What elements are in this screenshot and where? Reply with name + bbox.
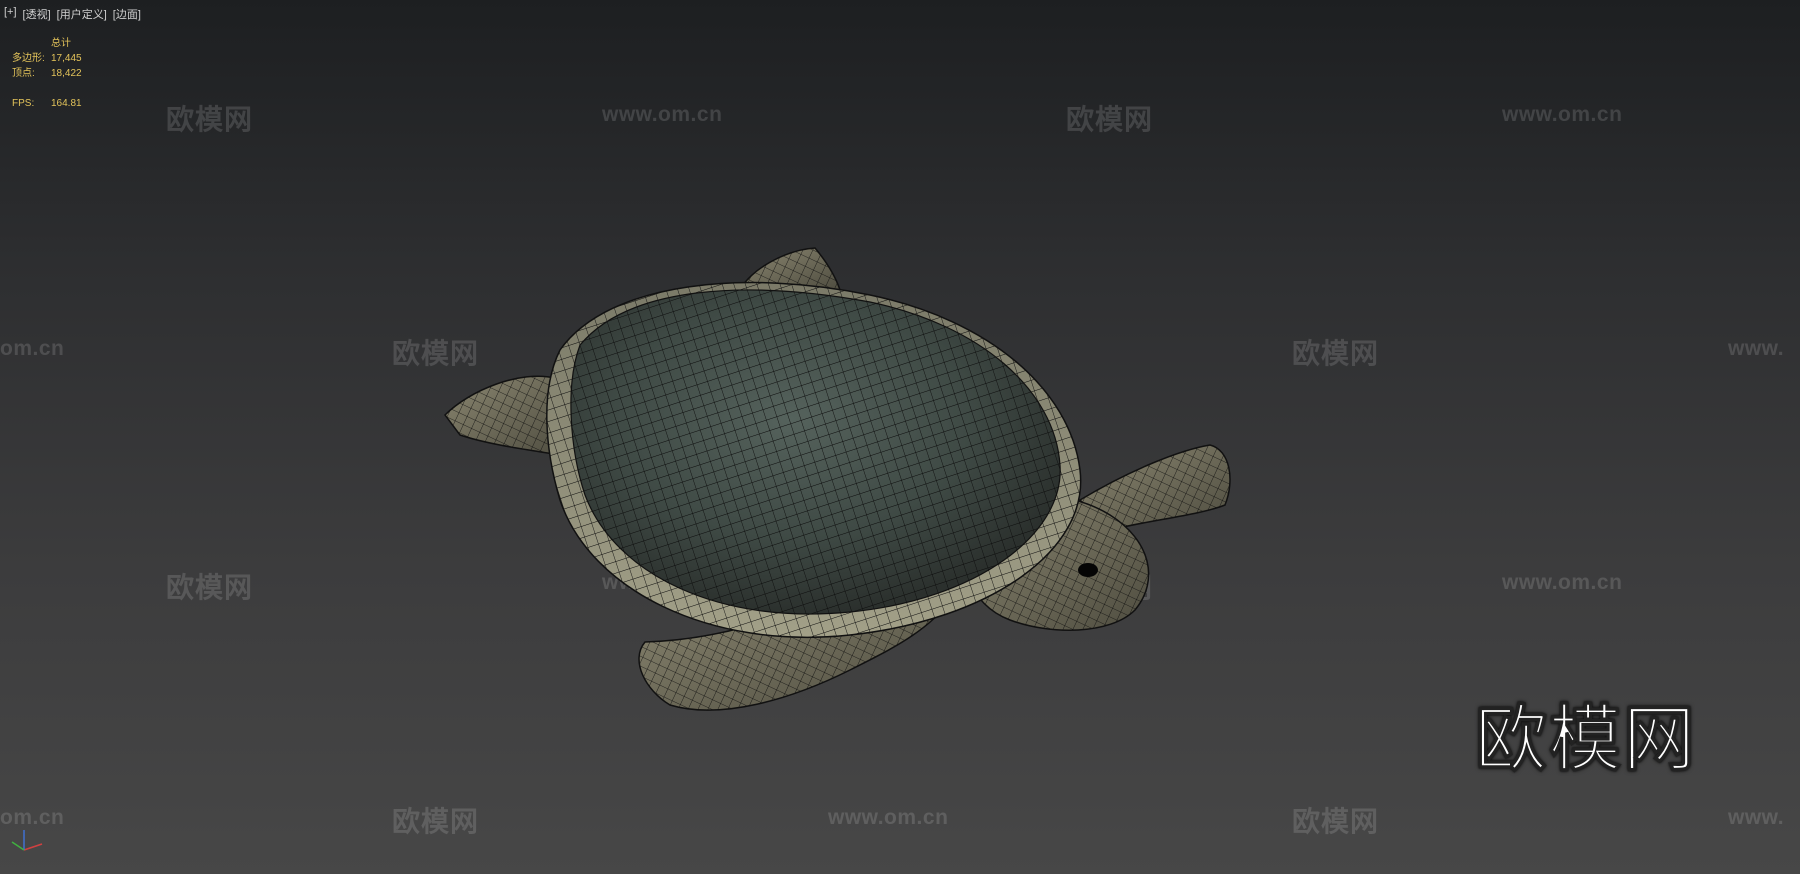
viewport-view-menu[interactable]: [透视] <box>23 6 51 22</box>
stats-fps-row: FPS: 164.81 <box>12 96 82 111</box>
fps-value: 164.81 <box>51 98 82 109</box>
watermark-url: www.om.cn <box>602 103 723 126</box>
verts-label: 顶点: <box>12 68 35 79</box>
watermark-logo: 欧模网 <box>1066 104 1154 135</box>
viewport-statistics: 总计 多边形: 17,445 顶点: 18,422 FPS: 164.81 <box>12 36 82 111</box>
viewport-plus-menu[interactable]: [+] <box>4 6 17 22</box>
fps-label: FPS: <box>12 98 35 109</box>
viewport-custom-menu[interactable]: [用户定义] <box>57 6 107 22</box>
stats-polys-row: 多边形: 17,445 <box>12 51 82 66</box>
polys-value: 17,445 <box>51 53 82 64</box>
stats-verts-row: 顶点: 18,422 <box>12 66 82 81</box>
watermark-url: www.om.cn <box>1502 103 1623 126</box>
viewport-label-menu: [+] [透视] [用户定义] [边面] <box>4 6 141 22</box>
polys-label: 多边形: <box>12 53 45 64</box>
stats-header: 总计 <box>51 38 71 49</box>
watermark-url-partial: www. <box>1728 806 1785 829</box>
turtle-shell <box>570 289 1061 615</box>
watermark-url-partial: www. <box>1728 337 1785 360</box>
turtle-model[interactable] <box>430 240 1360 820</box>
viewport-shading-menu[interactable]: [边面] <box>113 6 141 22</box>
watermark-url: www.om.cn <box>1502 571 1623 594</box>
axis-gizmo-icon <box>11 830 43 851</box>
watermark-logo: 欧模网 <box>166 572 254 603</box>
watermark-url-partial: om.cn <box>0 337 65 360</box>
watermark-logo: 欧模网 <box>166 104 254 135</box>
verts-value: 18,422 <box>51 68 82 79</box>
brand-logo: 欧模网 <box>1474 700 1698 781</box>
